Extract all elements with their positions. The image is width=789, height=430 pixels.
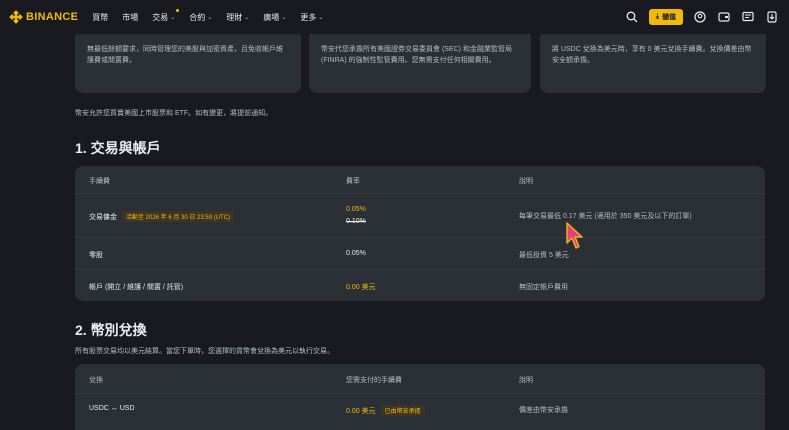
- nav-futures[interactable]: 合約 ⌄: [189, 12, 212, 23]
- table-row: 帳戶 (開立 / 維護 / 閒置 / 託管) 0.00 美元 無固定帳戶費用: [75, 270, 765, 301]
- nav-label: 買幣: [92, 12, 109, 22]
- feature-card-regulatory-fees: 幣安代您承擔所有美國證券交易委員會 (SEC) 和金融業監管局 (FINRA) …: [309, 30, 531, 93]
- table-row: 零股 0.05% 最低投資 5 美元: [75, 238, 765, 270]
- nav-trade[interactable]: 交易 ⌄: [152, 8, 180, 23]
- card-text: 將 USDC 兌換為美元時，享有 0 美元兌換手續費。兌換價差由幣安全額承擔。: [552, 46, 752, 64]
- card-text: 無最低餘額要求，同時管理您的美股與加密資產，且免收帳戶維護費或閒置費。: [87, 46, 283, 64]
- col-header-rate: 費率: [346, 178, 360, 185]
- brand-name: BINANCE: [26, 11, 79, 23]
- nav-more[interactable]: 更多 ⌄: [300, 12, 323, 23]
- col-header-fee-paid: 您需支付的手續費: [346, 377, 402, 384]
- download-arrow-icon: ⤓: [655, 13, 659, 20]
- table-row: 交易傭金 活動至 2026 年 6 月 30 日 23:59 (UTC) 0.05…: [75, 194, 765, 238]
- nav-label: 理財: [226, 12, 243, 22]
- nav-buy-crypto[interactable]: 買幣: [92, 12, 108, 23]
- section-title-trading-account: 1. 交易與帳戶: [75, 140, 161, 156]
- chevron-down-icon: ⌄: [281, 14, 287, 21]
- fee-rate: 0.05%: [346, 250, 366, 257]
- fee-description: 每筆交易最低 0.17 美元 (適用於 350 美元及以下的訂單): [519, 213, 692, 220]
- nav-markets[interactable]: 市場: [122, 12, 138, 23]
- section-title-currency-conversion: 2. 幣別兌換: [75, 322, 147, 338]
- covered-badge: 已由幣安承擔: [380, 405, 425, 416]
- nav-square[interactable]: 廣場 ⌄: [263, 12, 286, 23]
- fee-name-text: 交易傭金: [89, 214, 117, 221]
- mouse-cursor-icon: [565, 221, 585, 256]
- nav-label: 合約: [189, 12, 206, 22]
- chevron-down-icon: ⌄: [318, 14, 324, 21]
- fee-rate-original: 0.10%: [346, 218, 366, 225]
- chevron-down-icon: ⌄: [244, 14, 250, 21]
- message-icon[interactable]: [741, 10, 755, 24]
- user-icon[interactable]: [693, 10, 707, 24]
- fee-description: 最低投資 5 美元: [519, 252, 569, 259]
- fee-description: 無固定帳戶費用: [519, 284, 568, 291]
- download-icon[interactable]: [765, 10, 779, 24]
- binance-logo-icon: [9, 10, 23, 24]
- table-header-row: 兌換 您需支付的手續費 說明: [75, 364, 765, 394]
- header-actions: ⤓ 儲值: [615, 0, 779, 34]
- wallet-icon[interactable]: [717, 10, 731, 24]
- col-header-description: 說明: [519, 377, 533, 384]
- nav-label: 更多: [300, 12, 317, 22]
- fee-rate-current: 0.05%: [346, 206, 366, 213]
- top-nav-bar: BINANCE 買幣 市場 交易 ⌄ 合約 ⌄ 理財 ⌄ 廣場 ⌄ 更多 ⌄ ⤓ 儲值: [0, 0, 789, 34]
- section-subtitle: 所有股票交易均以美元結算。當您下單時，您選擇的貨幣會兌換為美元以執行交易。: [75, 348, 334, 355]
- col-header-conversion: 兌換: [89, 377, 103, 384]
- col-header-fee: 手續費: [89, 178, 110, 185]
- search-icon[interactable]: [625, 10, 639, 24]
- conversion-fee-value: 0.00 美元: [346, 408, 376, 415]
- fee-name: 交易傭金 活動至 2026 年 6 月 30 日 23:59 (UTC): [89, 211, 235, 222]
- fee-table-trading: 手續費 費率 說明 交易傭金 活動至 2026 年 6 月 30 日 23:59 …: [75, 166, 765, 301]
- table-header-row: 手續費 費率 說明: [75, 166, 765, 194]
- nav-label: 廣場: [263, 12, 280, 22]
- feature-card-usdc-conversion: 將 USDC 兌換為美元時，享有 0 美元兌換手續費。兌換價差由幣安全額承擔。: [540, 30, 766, 93]
- chevron-down-icon: ⌄: [207, 14, 213, 21]
- fee-name: 零股: [89, 252, 103, 259]
- main-nav: 買幣 市場 交易 ⌄ 合約 ⌄ 理財 ⌄ 廣場 ⌄ 更多 ⌄: [92, 8, 337, 23]
- binance-logo[interactable]: BINANCE: [9, 10, 79, 24]
- fee-rate: 0.00 美元: [346, 284, 376, 291]
- deposit-label: 儲值: [662, 14, 676, 21]
- nav-label: 市場: [122, 12, 139, 22]
- nav-earn[interactable]: 理財 ⌄: [226, 12, 249, 23]
- fee-table-conversion: 兌換 您需支付的手續費 說明 USDC ↔ USD 0.00 美元 已由幣安承擔 …: [75, 364, 765, 430]
- card-text: 幣安代您承擔所有美國證券交易委員會 (SEC) 和金融業監管局 (FINRA) …: [321, 46, 512, 64]
- promo-badge: 活動至 2026 年 6 月 30 日 23:59 (UTC): [122, 211, 235, 222]
- info-note: 幣安允許您買賣美國上市股票和 ETF。如有變更，將提前通知。: [75, 110, 273, 117]
- col-header-description: 說明: [519, 178, 533, 185]
- deposit-button[interactable]: ⤓ 儲值: [648, 9, 683, 25]
- nav-label: 交易: [152, 12, 169, 22]
- conversion-pair: USDC ↔ USD: [89, 405, 135, 412]
- fee-name: 帳戶 (開立 / 維護 / 閒置 / 託管): [89, 284, 184, 291]
- table-row: USDC ↔ USD 0.00 美元 已由幣安承擔 價差由幣安承擔: [75, 394, 765, 426]
- conversion-fee: 0.00 美元 已由幣安承擔: [346, 405, 425, 416]
- conversion-description: 價差由幣安承擔: [519, 407, 568, 414]
- feature-card-no-minimum: 無最低餘額要求，同時管理您的美股與加密資產，且免收帳戶維護費或閒置費。: [75, 30, 301, 93]
- chevron-down-icon: ⌄: [170, 14, 176, 21]
- notification-dot: [176, 8, 180, 12]
